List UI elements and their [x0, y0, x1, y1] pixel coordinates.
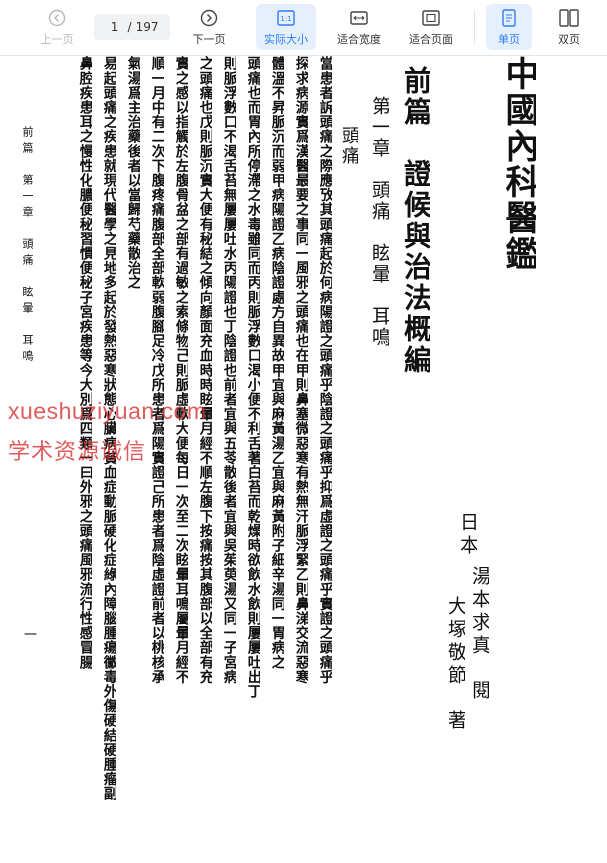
next-page-label: 下一页 — [192, 32, 226, 46]
author-2: 大塚敬節 — [446, 596, 465, 688]
book-title: 中國內科醫鑑 — [502, 56, 536, 272]
svg-text:1:1: 1:1 — [280, 15, 291, 23]
prev-page-label: 上一页 — [40, 32, 74, 46]
chapter-title: 第一章 頭痛 眩暈 耳鳴 — [370, 96, 389, 348]
next-page-button[interactable]: 下一页 — [182, 4, 236, 50]
fit-page-icon — [422, 8, 440, 28]
actual-size-button[interactable]: 1:1 实际大小 — [256, 4, 316, 50]
double-page-button[interactable]: 双页 — [546, 4, 592, 50]
double-page-icon — [559, 8, 579, 28]
body-column: 探求病源實爲漢醫最要之事同一風邪之頭痛也在甲則鼻塞微惡寒有熱無汗脈浮緊乙則鼻涕交… — [294, 56, 309, 684]
body-column: 則脈浮數口不渴舌苔無屢屢吐水丙陽證也丁陰證也前者宜與五苓散後者宜與吳茱萸湯又同一… — [222, 56, 237, 684]
author-country: 日本 — [458, 512, 477, 558]
section-title: 頭痛 — [340, 126, 358, 166]
single-page-label: 单页 — [498, 32, 520, 46]
fit-width-button[interactable]: 适合宽度 — [330, 4, 388, 50]
page-indicator: 1 / 197 — [94, 14, 170, 40]
body-column: 體溫不昇脈沉而弱甲病陽證乙病陰證處方自異故甲宜與麻黃湯乙宜與麻黃附子細辛湯同一胃… — [270, 56, 285, 670]
chevron-left-circle-icon — [48, 8, 66, 28]
body-column: 實之感以指觸於左腹骨盆之部有過敏之索條物己則脈虛軟大便每日一次至二次眩暈耳鳴屬暈… — [174, 56, 189, 684]
page-number: 一 — [24, 628, 38, 643]
total-pages: 197 — [135, 20, 159, 34]
fit-page-label: 适合页面 — [409, 32, 453, 46]
fit-width-label: 适合宽度 — [337, 32, 381, 46]
watermark-url: xueshuziyuan.com — [8, 398, 207, 424]
actual-size-icon: 1:1 — [277, 8, 295, 28]
body-column: 頭痛也而胃內所停滯之水毒雖同而丙則脈浮數口渴小便不利舌著白苔而乾燥時欲飲水飲則屢… — [246, 56, 261, 699]
actual-size-label: 实际大小 — [264, 32, 308, 46]
chevron-right-circle-icon — [200, 8, 218, 28]
body-column: 當患者訴頭痛之際應攷其頭痛起於何病陽證之頭痛乎陰證之頭痛乎抑爲虛證之頭痛乎實證之… — [318, 56, 333, 684]
body-column: 順一月中有二次下腹疼痛腹部全部軟弱腹腳足冷戊所患者爲陽實證己所患者爲陰虛證前者以… — [150, 56, 165, 684]
single-page-button[interactable]: 单页 — [486, 4, 532, 50]
part-title: 前篇 證候與治法概編 — [402, 66, 430, 376]
author-1-role: 閱 — [470, 680, 489, 703]
body-column: 氣湯爲主治藥後者以當歸芍藥散治之 — [126, 56, 141, 290]
viewer-toolbar: 上一页 1 / 197 下一页 1:1 实际大小 适合宽度 适合页面 单页 双页 — [0, 0, 607, 56]
fit-width-icon — [350, 8, 368, 28]
author-1: 湯本求真 — [470, 566, 489, 658]
watermark-text: 学术资源诚信 — [8, 439, 147, 464]
body-column: 之頭痛也戊則脈沉實大便有秘結之傾向顏面充血時時眩暈月經不順左腹下按痛按其腹部以全… — [198, 56, 213, 684]
single-page-icon — [502, 8, 516, 28]
page-separator: / — [127, 20, 132, 34]
author-2-role: 著 — [446, 710, 465, 733]
double-page-label: 双页 — [558, 32, 580, 46]
current-page-input[interactable]: 1 — [106, 20, 124, 34]
fit-page-button[interactable]: 适合页面 — [402, 4, 460, 50]
prev-page-button[interactable]: 上一页 — [30, 4, 84, 50]
toolbar-divider — [474, 10, 475, 44]
